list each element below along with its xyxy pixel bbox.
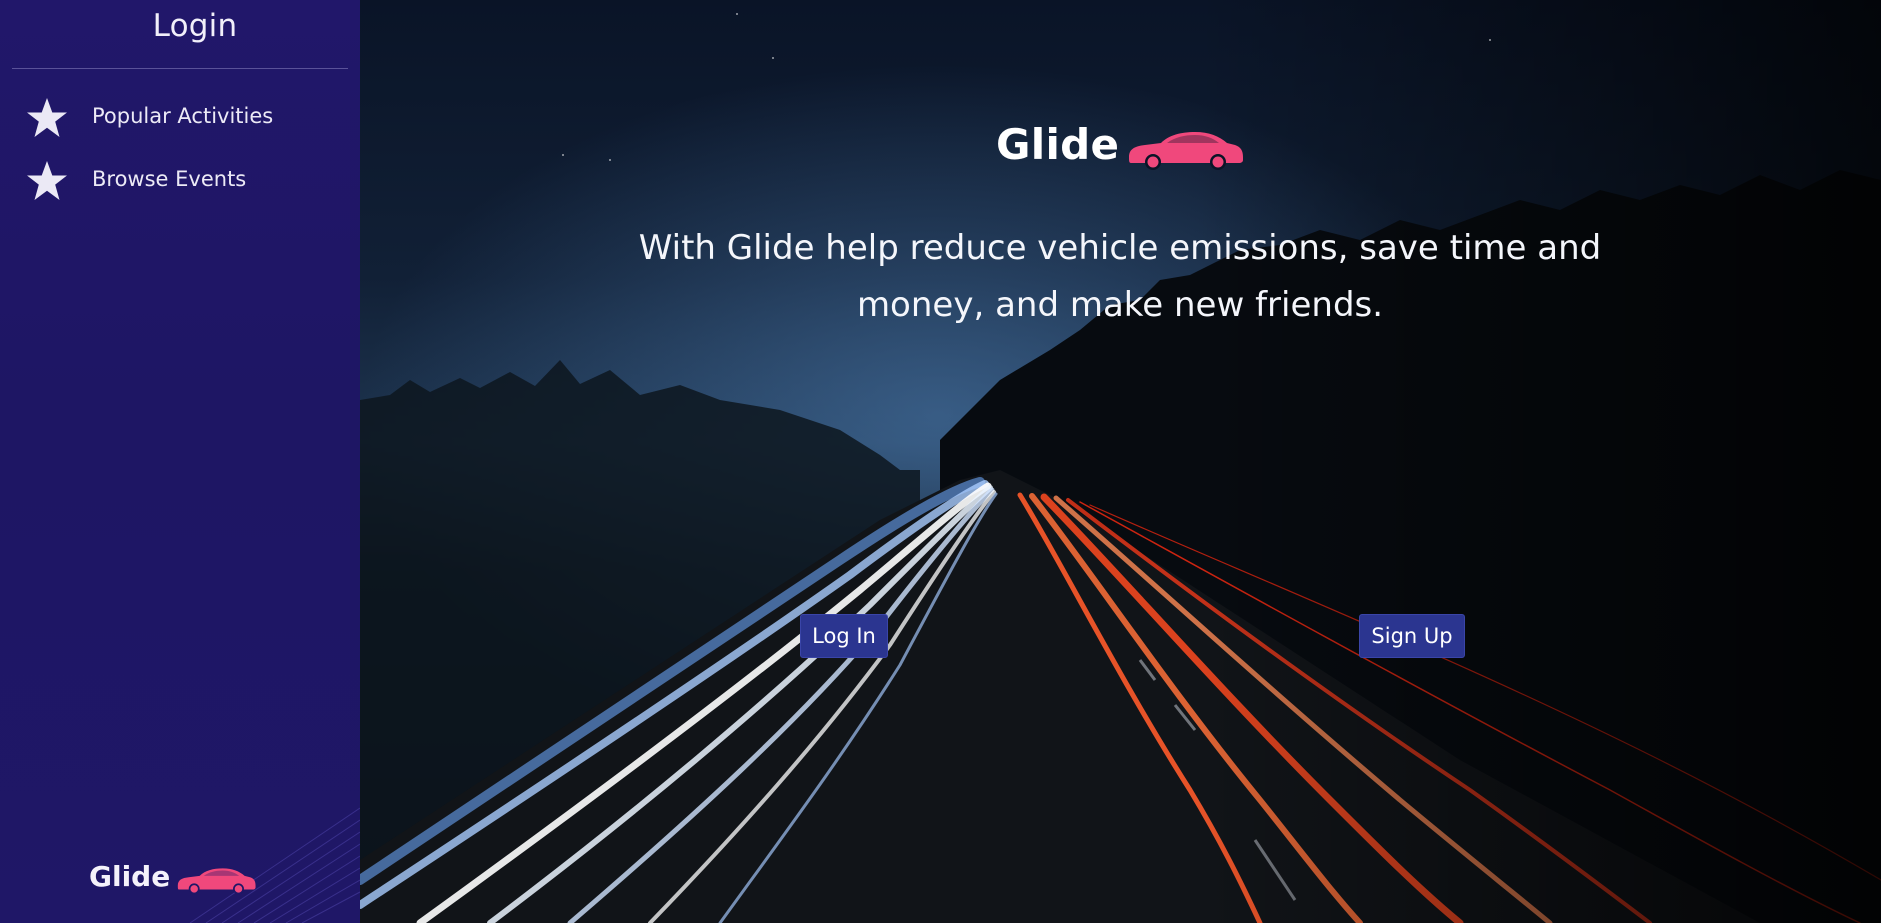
star-icon <box>27 161 67 200</box>
sidebar-item-browse-events[interactable]: Browse Events <box>0 155 360 205</box>
sidebar-brand-name: Glide <box>89 860 171 893</box>
app-root: Login Popular Activities Browse Events G… <box>0 0 1881 923</box>
hero-brand-logo: Glide <box>996 120 1256 180</box>
sidebar-item-label: Popular Activities <box>92 104 274 128</box>
sidebar-brand-logo[interactable]: Glide <box>89 860 269 904</box>
hero-section: Glide With Glide help reduce vehicle emi… <box>360 0 1881 923</box>
hero-tagline: With Glide help reduce vehicle emissions… <box>638 228 1602 325</box>
sidebar-divider <box>12 68 348 69</box>
signup-button[interactable]: Sign Up <box>1359 614 1465 658</box>
sidebar-item-popular-activities[interactable]: Popular Activities <box>0 92 360 142</box>
car-icon <box>177 868 256 895</box>
sidebar: Login Popular Activities Browse Events G… <box>0 0 360 923</box>
car-icon <box>1129 132 1243 170</box>
login-button[interactable]: Log In <box>800 614 888 658</box>
sidebar-item-label: Browse Events <box>92 167 247 191</box>
sidebar-title[interactable]: Login <box>0 8 360 44</box>
star-icon <box>27 98 67 137</box>
hero-brand-name: Glide <box>996 120 1120 169</box>
